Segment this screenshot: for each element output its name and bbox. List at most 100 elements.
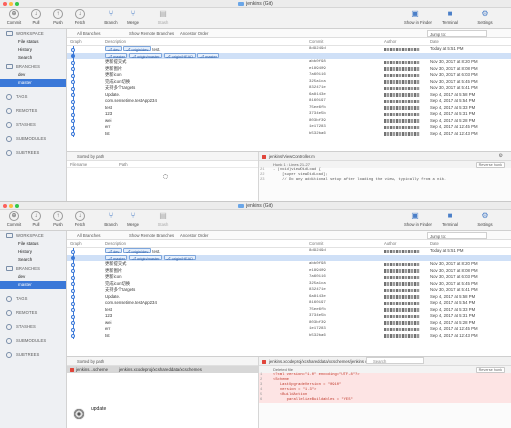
commit-message: update — [91, 406, 107, 412]
ancestor-order-dropdown[interactable]: Ancestor Order — [180, 231, 208, 240]
column-filename[interactable]: Filename — [70, 161, 87, 168]
settings-button[interactable]: ⚙ Settings — [474, 211, 496, 227]
sidebar-item-master[interactable]: master — [0, 281, 66, 289]
section-stashes[interactable]: STASHES — [0, 120, 66, 129]
fetch-icon: ↓ — [75, 9, 85, 19]
commit-button[interactable]: ⊕ Commit — [3, 211, 25, 227]
file-row[interactable]: jenkins...scheme jenkins.xcodeproj/xcsha… — [67, 366, 258, 373]
column-author[interactable]: Author — [384, 38, 396, 46]
show-remote-branches-toggle[interactable]: Show Remote Branches — [129, 29, 174, 38]
section-branches[interactable]: BRANCHES — [0, 62, 66, 71]
sidebar-item-dev[interactable]: dev — [0, 71, 66, 79]
reverse-hunk-button[interactable]: Reverse hunk — [475, 161, 505, 168]
branch-badge[interactable]: ⎇ origin/master — [128, 254, 163, 261]
search-input[interactable]: Search — [366, 357, 424, 364]
push-button[interactable]: ↑ Push — [47, 211, 69, 227]
show-in-finder-button[interactable]: ▣ Show in Finder — [404, 9, 432, 25]
branch-badge[interactable]: ⎇ origin/HEAD — [163, 254, 196, 261]
sidebar-item-file-status[interactable]: File status — [0, 38, 66, 46]
author-redacted — [384, 47, 420, 51]
commit-button[interactable]: ⊕ Commit — [3, 9, 25, 25]
remotes-icon — [6, 108, 12, 114]
section-submodules[interactable]: SUBMODULES — [0, 336, 66, 345]
commit-row[interactable]: tst b532ba6 Sep 4, 2017 at 12:43 PM — [67, 130, 511, 137]
reverse-hunk-button[interactable]: Reverse hunk — [475, 366, 505, 373]
column-date[interactable]: Date — [430, 240, 439, 248]
history-panel: All Branches Show Remote Branches Ancest… — [67, 29, 511, 151]
finder-icon: ▣ — [411, 9, 419, 18]
branch-badge[interactable]: ⎇ origin/dev — [123, 46, 151, 52]
column-graph[interactable]: Graph — [70, 240, 82, 248]
branch-badge[interactable]: ⎇ master — [105, 254, 128, 261]
ancestor-order-dropdown[interactable]: Ancestor Order — [180, 29, 208, 38]
branch-badge[interactable]: ⎇ master — [105, 52, 128, 59]
branch-button[interactable]: ⑂ Branch — [100, 9, 122, 25]
jump-to-field[interactable]: Jump to: — [427, 30, 487, 37]
stash-button[interactable]: ▤ Stash — [152, 9, 174, 25]
settings-button[interactable]: ⚙ Settings — [474, 9, 496, 25]
sidebar-item-history[interactable]: History — [0, 46, 66, 54]
fetch-button[interactable]: ↓ Fetch — [69, 211, 91, 227]
column-path[interactable]: Path — [119, 161, 128, 168]
section-subtrees[interactable]: SUBTREES — [0, 350, 66, 359]
section-tags[interactable]: TAGS — [0, 294, 66, 303]
branch-button[interactable]: ⑂ Branch — [100, 211, 122, 227]
sidebar-item-search[interactable]: Search — [0, 54, 66, 62]
terminal-button[interactable]: ■ Terminal — [439, 9, 461, 25]
stash-icon: ▤ — [159, 211, 167, 220]
push-button[interactable]: ↑ Push — [47, 9, 69, 25]
column-commit[interactable]: Commit — [309, 240, 323, 248]
section-workspace[interactable]: WORKSPACE — [0, 29, 66, 38]
show-in-finder-button[interactable]: ▣ Show in Finder — [404, 211, 432, 227]
show-remote-branches-toggle[interactable]: Show Remote Branches — [129, 231, 174, 240]
branch-badge[interactable]: ⎇ master — [197, 52, 220, 59]
all-branches-dropdown[interactable]: All Branches — [77, 29, 101, 38]
gear-icon[interactable]: ⚙ — [499, 152, 503, 161]
section-workspace[interactable]: WORKSPACE — [0, 231, 66, 240]
branch-badge[interactable]: ⎇ origin/dev — [123, 248, 151, 254]
column-description[interactable]: Description — [105, 38, 126, 46]
sort-by-path-dropdown[interactable]: Sorted by path — [77, 154, 104, 159]
subtrees-icon — [6, 352, 12, 358]
sidebar-item-file-status[interactable]: File status — [0, 240, 66, 248]
section-branches[interactable]: BRANCHES — [0, 264, 66, 273]
section-subtrees[interactable]: SUBTREES — [0, 148, 66, 157]
section-tags[interactable]: TAGS — [0, 92, 66, 101]
toolbar-label: Merge — [127, 20, 139, 25]
branch-badge[interactable]: ⎇ origin/HEAD — [163, 52, 196, 59]
branch-badge[interactable]: ⎇ dev — [105, 248, 122, 254]
fetch-button[interactable]: ↓ Fetch — [69, 9, 91, 25]
branch-badge[interactable]: ⎇ dev — [105, 46, 122, 52]
jump-to-field[interactable]: Jump to: — [427, 232, 487, 239]
sidebar-item-master[interactable]: master — [0, 79, 66, 87]
commit-row[interactable]: tst b532ba6 Sep 4, 2017 at 12:43 PM — [67, 332, 511, 339]
column-graph[interactable]: Graph — [70, 38, 82, 46]
column-description[interactable]: Description — [105, 240, 126, 248]
section-remotes[interactable]: REMOTES — [0, 308, 66, 317]
section-stashes[interactable]: STASHES — [0, 322, 66, 331]
all-branches-dropdown[interactable]: All Branches — [77, 231, 101, 240]
author-redacted — [384, 249, 420, 253]
commit-date: Sep 4, 2017 at 12:43 PM — [430, 130, 478, 136]
sidebar-item-history[interactable]: History — [0, 248, 66, 256]
section-submodules[interactable]: SUBMODULES — [0, 134, 66, 143]
sort-by-path-dropdown[interactable]: Sorted by path — [77, 359, 104, 364]
section-remotes[interactable]: REMOTES — [0, 106, 66, 115]
toolbar-label: Stash — [157, 222, 169, 227]
stash-button[interactable]: ▤ Stash — [152, 211, 174, 227]
pull-button[interactable]: ↓ Pull — [25, 211, 47, 227]
column-commit[interactable]: Commit — [309, 38, 323, 46]
branch-badge[interactable]: ⎇ origin/master — [128, 52, 163, 59]
pull-button[interactable]: ↓ Pull — [25, 9, 47, 25]
merge-button[interactable]: ⑂ Merge — [122, 211, 144, 227]
column-date[interactable]: Date — [430, 38, 439, 46]
merge-icon: ⑂ — [130, 211, 136, 220]
merge-button[interactable]: ⑂ Merge — [122, 9, 144, 25]
column-author[interactable]: Author — [384, 240, 396, 248]
terminal-button[interactable]: ■ Terminal — [439, 211, 461, 227]
sidebar-item-search[interactable]: Search — [0, 256, 66, 264]
sidebar-item-dev[interactable]: dev — [0, 273, 66, 281]
sourcetree-window-bottom: jenkins (Git) ⊕ Commit ↓ Pull ↑ Push ↓ Fetch ⑂ Br… — [0, 201, 511, 428]
author-redacted — [384, 67, 420, 71]
toolbar-label: Commit — [6, 20, 22, 25]
